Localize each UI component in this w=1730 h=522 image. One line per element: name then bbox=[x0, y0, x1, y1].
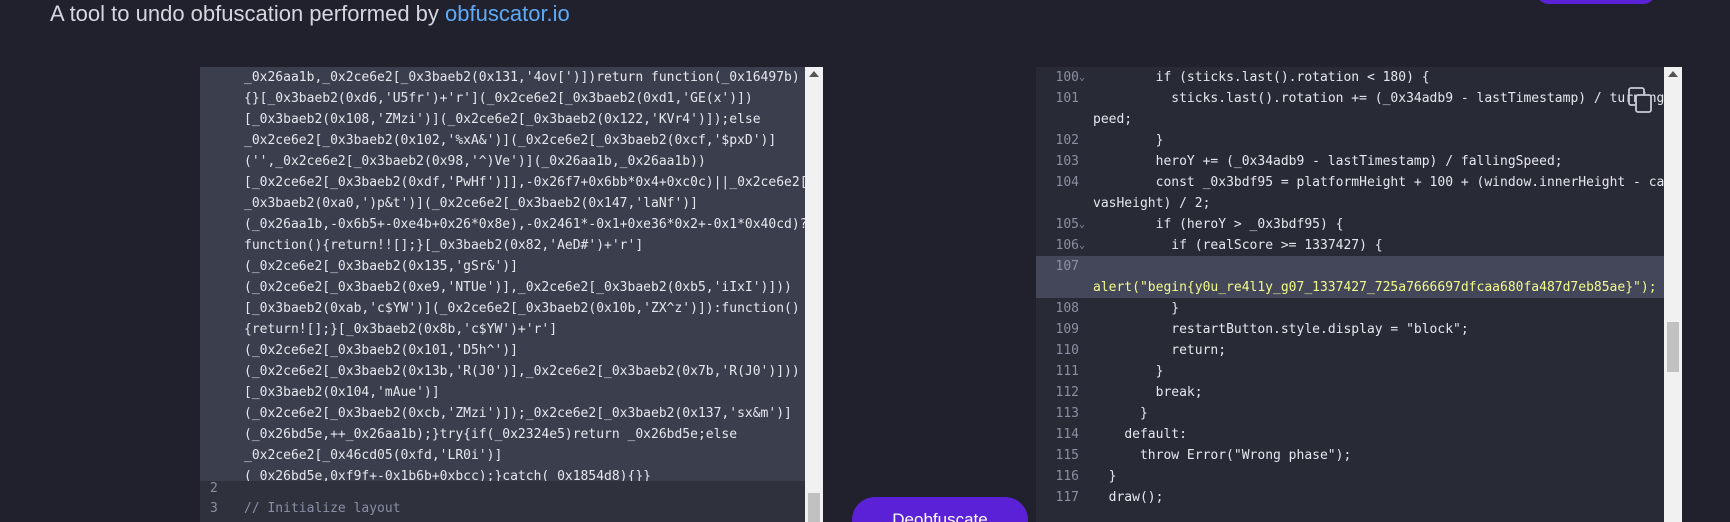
code-line: [_0x3baeb2(0x108,'ZMzi')](_0x2ce6e2[_0x3… bbox=[244, 112, 761, 127]
line-number: 112 bbox=[1055, 385, 1079, 400]
scroll-up-arrow-icon[interactable] bbox=[809, 71, 819, 77]
line-number: 107 bbox=[1055, 259, 1079, 274]
code-line: 109 restartButton.style.display = "block… bbox=[1036, 319, 1682, 340]
code-line: 108 } bbox=[1036, 298, 1682, 319]
fold-toggle-icon[interactable]: ⌄ bbox=[1079, 235, 1093, 256]
code-line: 110 return; bbox=[1036, 340, 1682, 361]
code-line: _0x3baeb2(0xa0,')p&t')](_0x2ce6e2[_0x3ba… bbox=[244, 196, 698, 211]
code-line: 115 throw Error("Wrong phase"); bbox=[1036, 445, 1682, 466]
code-line: [_0x2ce6e2[_0x3baeb2(0xdf,'PwHf')]],-0x2… bbox=[244, 175, 808, 190]
code-text: if (heroY > _0x3bdf95) { bbox=[1093, 217, 1344, 232]
code-line: 104 const _0x3bdf95 = platformHeight + 1… bbox=[1036, 172, 1682, 214]
obfuscator-link[interactable]: obfuscator.io bbox=[445, 1, 570, 26]
line-number: 111 bbox=[1055, 364, 1079, 379]
line-number: 104 bbox=[1055, 175, 1079, 190]
fold-toggle-icon[interactable]: ⌄ bbox=[1079, 67, 1093, 88]
code-line: 117 draw(); bbox=[1036, 487, 1682, 508]
code-line: 113 } bbox=[1036, 403, 1682, 424]
scroll-up-arrow-icon[interactable] bbox=[1668, 71, 1678, 77]
line-number: 115 bbox=[1055, 448, 1079, 463]
line-number: 108 bbox=[1055, 301, 1079, 316]
line-number: 3 bbox=[210, 501, 218, 516]
code-line: (_0x2ce6e2[_0x3baeb2(0x13b,'R(J0')],_0x2… bbox=[244, 364, 800, 379]
line-number: 109 bbox=[1055, 322, 1079, 337]
code-text: } bbox=[1093, 301, 1180, 316]
code-text: throw Error("Wrong phase"); bbox=[1093, 448, 1352, 463]
header-button[interactable] bbox=[1536, 0, 1656, 4]
code-text: const _0x3bdf95 = platformHeight + 100 +… bbox=[1093, 175, 1673, 211]
input-code-editor[interactable]: _0x26aa1b,_0x2ce6e2[_0x3baeb2(0x131,'4ov… bbox=[200, 67, 823, 522]
code-text: } bbox=[1093, 364, 1164, 379]
code-line: _0x26aa1b,_0x2ce6e2[_0x3baeb2(0x131,'4ov… bbox=[244, 70, 800, 85]
code-text: } bbox=[1093, 133, 1164, 148]
copy-button[interactable] bbox=[1626, 85, 1656, 115]
line-number: 2 bbox=[210, 481, 218, 496]
code-line: {return![];}[_0x3baeb2(0x8b,'c$YW')+'r'] bbox=[244, 322, 558, 337]
code-text: default: bbox=[1093, 427, 1187, 442]
line-number: 101 bbox=[1055, 91, 1079, 106]
deobfuscate-button[interactable]: Deobfuscate bbox=[852, 497, 1028, 522]
code-line: [_0x3baeb2(0x104,'mAue')] bbox=[244, 385, 440, 400]
code-line: (_0x2ce6e2[_0x3baeb2(0x101,'D5h^')] bbox=[244, 343, 518, 358]
line-number: 113 bbox=[1055, 406, 1079, 421]
scrollbar-thumb[interactable] bbox=[808, 493, 820, 522]
output-lines: 100 ⌄ if (sticks.last().rotation < 180) {… bbox=[1036, 67, 1682, 508]
output-code-editor[interactable]: 100 ⌄ if (sticks.last().rotation < 180) {… bbox=[1036, 67, 1682, 522]
code-line: 106 ⌄ if (realScore >= 1337427) { bbox=[1036, 235, 1682, 256]
code-text: sticks.last().rotation += (_0x34adb9 - l… bbox=[1093, 91, 1673, 127]
output-scrollbar[interactable] bbox=[1664, 67, 1682, 522]
code-line: 114 default: bbox=[1036, 424, 1682, 445]
code-line: (_0x2ce6e2[_0x3baeb2(0x135,'gSr&')] bbox=[244, 259, 518, 274]
code-text: } bbox=[1093, 469, 1117, 484]
tagline: A tool to undo obfuscation performed by … bbox=[50, 1, 570, 27]
line-number: 114 bbox=[1055, 427, 1079, 442]
code-text: draw(); bbox=[1093, 490, 1164, 505]
code-line: {}[_0x3baeb2(0xd6,'U5fr')+'r'](_0x2ce6e2… bbox=[244, 91, 753, 106]
code-line: ('',_0x2ce6e2[_0x3baeb2(0x98,'^)Ve')](_0… bbox=[244, 154, 706, 169]
code-comment: // Initialize layout bbox=[244, 501, 401, 516]
code-line: 105 ⌄ if (heroY > _0x3bdf95) { bbox=[1036, 214, 1682, 235]
line-number: 103 bbox=[1055, 154, 1079, 169]
code-text: heroY += (_0x34adb9 - lastTimestamp) / f… bbox=[1093, 154, 1563, 169]
code-text: restartButton.style.display = "block"; bbox=[1093, 322, 1469, 337]
code-line: _0x2ce6e2[_0x3baeb2(0x102,'%xA&')](_0x2c… bbox=[244, 133, 777, 148]
input-scrollbar[interactable] bbox=[805, 67, 823, 522]
code-line: 116 } bbox=[1036, 466, 1682, 487]
line-number: 106 bbox=[1055, 238, 1079, 253]
code-line: 112 break; bbox=[1036, 382, 1682, 403]
input-lower-lines: 2 3 // Initialize layout bbox=[200, 481, 823, 522]
code-line: _0x2ce6e2[_0x46cd05(0xfd,'LR0i')] bbox=[244, 448, 503, 463]
copy-icon bbox=[1628, 87, 1652, 113]
fold-toggle-icon[interactable]: ⌄ bbox=[1079, 214, 1093, 235]
line-number: 117 bbox=[1055, 490, 1079, 505]
code-line: 101 sticks.last().rotation += (_0x34adb9… bbox=[1036, 88, 1682, 130]
code-line: 102 } bbox=[1036, 130, 1682, 151]
code-line: (_0x26bd5e,++_0x26aa1b);}try{if(_0x2324e… bbox=[244, 427, 738, 442]
code-line: 107 alert("begin{y0u_re4l1y_g07_1337427_7… bbox=[1036, 256, 1682, 298]
code-line: function(){return!![];}[_0x3baeb2(0x82,'… bbox=[244, 238, 644, 253]
input-code-wrapped-line: _0x26aa1b,_0x2ce6e2[_0x3baeb2(0x131,'4ov… bbox=[200, 67, 823, 487]
code-text: alert("begin{y0u_re4l1y_g07_1337427_725a… bbox=[1093, 280, 1657, 295]
code-line: (_0x2ce6e2[_0x3baeb2(0xe9,'NTUe')],_0x2c… bbox=[244, 280, 792, 295]
code-text: if (realScore >= 1337427) { bbox=[1093, 238, 1383, 253]
code-line: (_0x2ce6e2[_0x3baeb2(0xcb,'ZMzi')]);_0x2… bbox=[244, 406, 792, 421]
line-number: 105 bbox=[1055, 217, 1079, 232]
code-text: return; bbox=[1093, 343, 1227, 358]
code-line: 103 heroY += (_0x34adb9 - lastTimestamp)… bbox=[1036, 151, 1682, 172]
tagline-text: A tool to undo obfuscation performed by bbox=[50, 1, 446, 26]
code-line: (_0x26aa1b,-0x6b5+-0xe4b+0x26*0x8e),-0x2… bbox=[244, 217, 808, 232]
code-line: 100 ⌄ if (sticks.last().rotation < 180) { bbox=[1036, 67, 1682, 88]
line-number: 110 bbox=[1055, 343, 1079, 358]
code-line: [_0x3baeb2(0xab,'c$YW')](_0x2ce6e2[_0x3b… bbox=[244, 301, 800, 316]
line-number: 116 bbox=[1055, 469, 1079, 484]
code-text: } bbox=[1093, 406, 1148, 421]
scrollbar-thumb[interactable] bbox=[1667, 322, 1679, 372]
code-text: break; bbox=[1093, 385, 1203, 400]
line-number: 100 bbox=[1055, 70, 1079, 85]
code-line: 111 } bbox=[1036, 361, 1682, 382]
line-number: 102 bbox=[1055, 133, 1079, 148]
code-text: if (sticks.last().rotation < 180) { bbox=[1093, 70, 1430, 85]
